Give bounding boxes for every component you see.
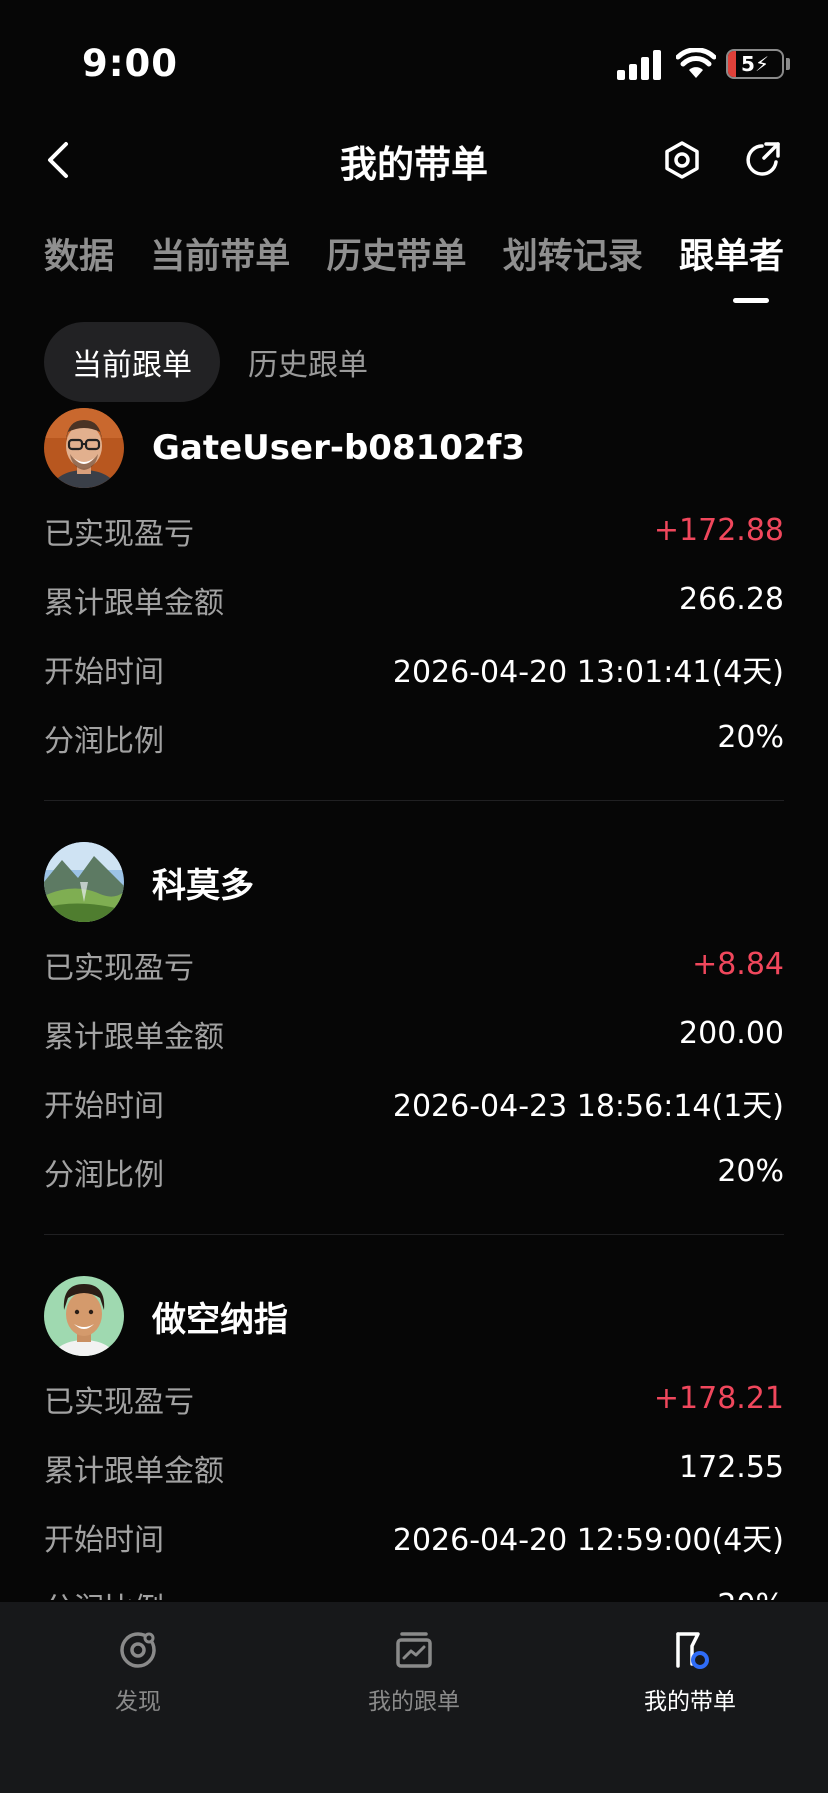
profit-share-label: 分润比例 [44, 723, 164, 759]
bottom-nav-my-lead[interactable]: 我的带单 [590, 1628, 790, 1716]
start-time-label: 开始时间 [44, 654, 164, 690]
profit-share-row: 分润比例 20% [44, 1571, 784, 1600]
tab-bar: 数据 当前带单 历史带单 划转记录 跟单者 [44, 228, 784, 308]
follower-list[interactable]: GateUser-b08102f3 已实现盈亏 +172.88 累计跟单金额 2… [0, 400, 828, 1600]
segment-current-follow[interactable]: 当前跟单 [44, 322, 220, 402]
amount-row: 累计跟单金额 172.55 [44, 1433, 784, 1502]
profit-share-value: 20% [717, 1154, 784, 1189]
pnl-value: +178.21 [653, 1381, 784, 1416]
follower-card[interactable]: 做空纳指 已实现盈亏 +178.21 累计跟单金额 172.55 开始时间 20… [44, 1268, 784, 1600]
avatar [44, 408, 124, 488]
status-bar: 9:00 5 ⚡ [0, 0, 828, 120]
discover-icon [120, 1632, 156, 1668]
tab-transfer-records[interactable]: 划转记录 [503, 228, 643, 308]
bottom-nav-discover[interactable]: 发现 [38, 1628, 238, 1716]
my-copy-icon [396, 1632, 432, 1668]
amount-value: 200.00 [679, 1016, 784, 1051]
tab-followers[interactable]: 跟单者 [679, 228, 784, 308]
start-time-label: 开始时间 [44, 1522, 164, 1558]
profit-share-row: 分润比例 20% [44, 703, 784, 772]
profit-share-value: 20% [717, 720, 784, 755]
bottom-navigation: 发现 我的跟单 我的带单 [0, 1602, 828, 1793]
profit-share-label: 分润比例 [44, 1584, 164, 1601]
pnl-value: +172.88 [653, 513, 784, 548]
pnl-label: 已实现盈亏 [44, 1384, 194, 1420]
pnl-row: 已实现盈亏 +172.88 [44, 496, 784, 565]
avatar [44, 1276, 124, 1356]
wifi-icon [676, 48, 716, 78]
divider [44, 800, 784, 801]
follow-segment: 当前跟单 历史跟单 [44, 322, 396, 402]
start-time-value: 2026-04-20 13:01:41(4天) [392, 654, 784, 690]
start-time-row: 开始时间 2026-04-23 18:56:14(1天) [44, 1068, 784, 1137]
bottom-nav-discover-label: 发现 [115, 1689, 161, 1715]
pnl-row: 已实现盈亏 +178.21 [44, 1364, 784, 1433]
tab-current-lead[interactable]: 当前带单 [150, 228, 290, 308]
navigation-bar: 我的带单 [0, 120, 828, 200]
amount-label: 累计跟单金额 [44, 1019, 224, 1055]
pnl-label: 已实现盈亏 [44, 516, 194, 552]
amount-row: 累计跟单金额 200.00 [44, 999, 784, 1068]
battery-level: 5 [741, 52, 755, 76]
tab-active-indicator [733, 298, 769, 303]
amount-label: 累计跟单金额 [44, 1453, 224, 1489]
follower-name: GateUser-b08102f3 [152, 428, 526, 468]
signal-icon [617, 50, 661, 80]
my-lead-icon [676, 1632, 709, 1669]
amount-value: 266.28 [679, 582, 784, 617]
page-title: 我的带单 [340, 143, 488, 186]
pnl-value: +8.84 [692, 947, 784, 982]
start-time-label: 开始时间 [44, 1088, 164, 1124]
tab-data[interactable]: 数据 [44, 228, 114, 308]
profit-share-row: 分润比例 20% [44, 1137, 784, 1206]
amount-label: 累计跟单金额 [44, 585, 224, 621]
amount-row: 累计跟单金额 266.28 [44, 565, 784, 634]
profit-share-label: 分润比例 [44, 1157, 164, 1193]
charging-icon: ⚡ [754, 52, 769, 76]
divider [44, 1234, 784, 1235]
segment-history-follow[interactable]: 历史跟单 [220, 322, 396, 402]
follower-name: 科莫多 [152, 865, 254, 906]
follower-card[interactable]: 科莫多 已实现盈亏 +8.84 累计跟单金额 200.00 开始时间 2026-… [44, 834, 784, 1206]
bottom-nav-my-copy-label: 我的跟单 [368, 1689, 460, 1715]
bottom-nav-my-copy[interactable]: 我的跟单 [314, 1628, 514, 1716]
start-time-row: 开始时间 2026-04-20 13:01:41(4天) [44, 634, 784, 703]
share-icon[interactable] [742, 140, 782, 180]
pnl-label: 已实现盈亏 [44, 950, 194, 986]
start-time-row: 开始时间 2026-04-20 12:59:00(4天) [44, 1502, 784, 1571]
settings-icon[interactable] [662, 140, 702, 180]
amount-value: 172.55 [679, 1450, 784, 1485]
avatar [44, 842, 124, 922]
profit-share-value: 20% [717, 1588, 784, 1600]
follower-card[interactable]: GateUser-b08102f3 已实现盈亏 +172.88 累计跟单金额 2… [44, 400, 784, 772]
start-time-value: 2026-04-23 18:56:14(1天) [392, 1088, 784, 1124]
pnl-row: 已实现盈亏 +8.84 [44, 930, 784, 999]
start-time-value: 2026-04-20 12:59:00(4天) [392, 1522, 784, 1558]
status-time: 9:00 [82, 42, 179, 85]
tab-history-lead[interactable]: 历史带单 [326, 228, 466, 308]
follower-name: 做空纳指 [152, 1299, 288, 1340]
bottom-nav-my-lead-label: 我的带单 [644, 1689, 736, 1715]
battery-icon: 5 ⚡ [726, 49, 784, 79]
